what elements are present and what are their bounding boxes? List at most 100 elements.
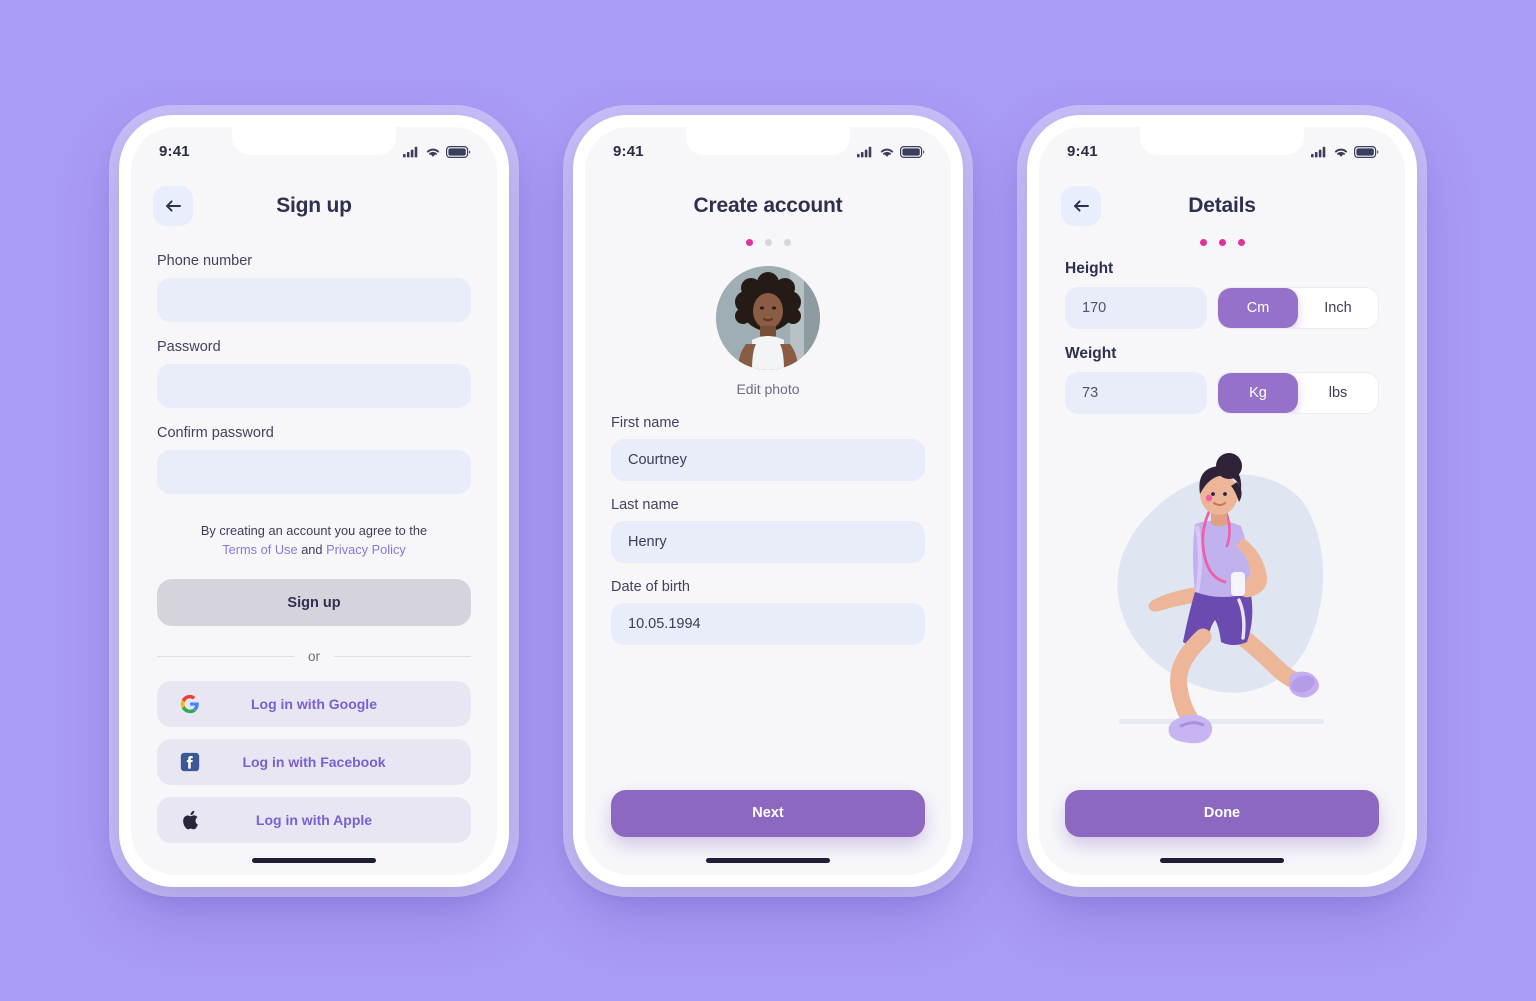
field-password: Password — [157, 339, 471, 425]
step-dot-3[interactable] — [1237, 238, 1245, 246]
profile-photo-image — [716, 265, 820, 370]
privacy-policy-link[interactable]: Privacy Policy — [326, 542, 406, 557]
edit-photo-link[interactable]: Edit photo — [736, 381, 799, 397]
status-icons — [857, 145, 925, 158]
running-woman-illustration — [1117, 453, 1324, 744]
avatar-section: Edit photo — [611, 265, 925, 397]
height-unit-toggle: Cm Inch — [1217, 286, 1379, 329]
field-last-name: Last name Henry — [611, 497, 925, 563]
step-dots — [585, 238, 951, 246]
page-title: Details — [1188, 193, 1256, 217]
login-with-google-button[interactable]: Log in with Google — [157, 681, 471, 728]
cellular-icon — [857, 146, 872, 157]
login-with-facebook-label: Log in with Facebook — [242, 754, 386, 771]
step-dot-1[interactable] — [745, 238, 753, 246]
legal-and: and — [301, 542, 323, 558]
divider-or: or — [157, 649, 472, 665]
weight-unit-kg[interactable]: Kg — [1218, 372, 1298, 413]
height-unit-inch[interactable]: Inch — [1298, 288, 1378, 328]
confirm-password-input[interactable] — [157, 449, 471, 494]
status-bar: 9:41 — [585, 127, 951, 173]
login-with-google-label: Log in with Google — [251, 696, 377, 713]
wifi-icon — [1334, 148, 1348, 157]
screen-sign-up: 9:41 Sign up Phone number Password Confi… — [131, 126, 497, 875]
height-unit-cm[interactable]: Cm — [1218, 287, 1298, 328]
cellular-icon — [1311, 146, 1326, 157]
battery-icon — [446, 145, 471, 158]
field-confirm-password: Confirm password — [157, 425, 471, 511]
battery-icon — [900, 145, 925, 158]
cellular-icon — [403, 146, 418, 157]
details-form: Height 170 Cm Inch Weight 73 Kg lbs Done — [1039, 246, 1405, 875]
weight-row: 73 Kg lbs — [1065, 371, 1379, 414]
login-with-facebook-button[interactable]: Log in with Facebook — [157, 739, 471, 786]
height-label: Height — [1065, 259, 1114, 277]
field-first-name: First name Courtney — [611, 415, 925, 481]
login-with-apple-button[interactable]: Log in with Apple — [157, 797, 471, 844]
home-indicator — [1160, 857, 1284, 863]
done-button[interactable]: Done — [1065, 789, 1379, 837]
field-label: Last name — [611, 496, 679, 513]
weight-input[interactable]: 73 — [1065, 371, 1207, 414]
sign-up-form: Phone number Password Confirm password B… — [131, 231, 497, 875]
status-icons — [403, 145, 471, 158]
sign-up-button[interactable]: Sign up — [157, 579, 471, 627]
field-date-of-birth: Date of birth 10.05.1994 — [611, 579, 925, 645]
wifi-icon — [426, 148, 440, 157]
field-label: Date of birth — [611, 578, 690, 595]
wifi-icon — [880, 148, 894, 157]
battery-icon — [1354, 145, 1379, 158]
field-label: Password — [157, 338, 221, 355]
status-time: 9:41 — [159, 143, 190, 160]
nav-bar-sign-up: Sign up — [131, 173, 497, 231]
height-group: Height 170 Cm Inch — [1065, 260, 1379, 345]
step-dot-2[interactable] — [1218, 238, 1226, 246]
weight-unit-toggle: Kg lbs — [1217, 371, 1379, 414]
screen-create-account: 9:41 Create account Edit photo First nam… — [585, 126, 951, 875]
status-icons — [1311, 145, 1379, 158]
field-label: First name — [611, 414, 680, 431]
status-bar: 9:41 — [131, 127, 497, 173]
home-indicator — [252, 857, 376, 863]
field-label: Phone number — [157, 252, 253, 269]
screens-stage: 9:41 Sign up Phone number Password Confi… — [0, 0, 1536, 1001]
name-fields: First name Courtney Last name Henry Date… — [611, 415, 925, 661]
divider-line-left — [157, 656, 294, 658]
avatar[interactable] — [716, 265, 820, 370]
field-label: Confirm password — [157, 424, 274, 441]
height-row: 170 Cm Inch — [1065, 286, 1379, 329]
weight-unit-lbs[interactable]: lbs — [1298, 373, 1378, 413]
page-title: Sign up — [276, 193, 352, 217]
login-with-apple-label: Log in with Apple — [255, 812, 373, 829]
status-time: 9:41 — [1067, 143, 1098, 160]
step-dots — [1039, 238, 1405, 246]
first-name-input[interactable]: Courtney — [611, 438, 925, 481]
divider-line-right — [334, 656, 472, 658]
divider-label: or — [308, 649, 321, 665]
next-button[interactable]: Next — [611, 789, 925, 837]
phone-details: 9:41 Details Height 170 Cm Inch Weight 7… — [1027, 114, 1417, 887]
password-input[interactable] — [157, 363, 471, 408]
height-input[interactable]: 170 — [1065, 286, 1207, 329]
field-phone-number: Phone number — [157, 253, 471, 339]
illustration-wrap — [1065, 434, 1379, 771]
weight-group: Weight 73 Kg lbs — [1065, 345, 1379, 430]
legal-prefix: By creating an account you agree to the — [200, 522, 428, 538]
weight-label: Weight — [1065, 344, 1117, 362]
nav-bar-create-account: Create account — [585, 173, 951, 231]
step-dot-2[interactable] — [764, 238, 772, 246]
phone-number-input[interactable] — [157, 277, 471, 322]
page-title: Create account — [693, 193, 843, 217]
last-name-input[interactable]: Henry — [611, 520, 925, 563]
phone-create-account: 9:41 Create account Edit photo First nam… — [573, 114, 963, 887]
step-dot-3[interactable] — [783, 238, 791, 246]
home-indicator — [706, 857, 830, 863]
screen-details: 9:41 Details Height 170 Cm Inch Weight 7… — [1039, 126, 1405, 875]
phone-sign-up: 9:41 Sign up Phone number Password Confi… — [119, 114, 509, 887]
legal-text: By creating an account you agree to the … — [157, 521, 471, 561]
status-bar: 9:41 — [1039, 127, 1405, 173]
date-of-birth-input[interactable]: 10.05.1994 — [611, 602, 925, 645]
create-account-form: Edit photo First name Courtney Last name… — [585, 246, 951, 875]
terms-of-use-link[interactable]: Terms of Use — [222, 542, 297, 557]
step-dot-1[interactable] — [1199, 238, 1207, 246]
